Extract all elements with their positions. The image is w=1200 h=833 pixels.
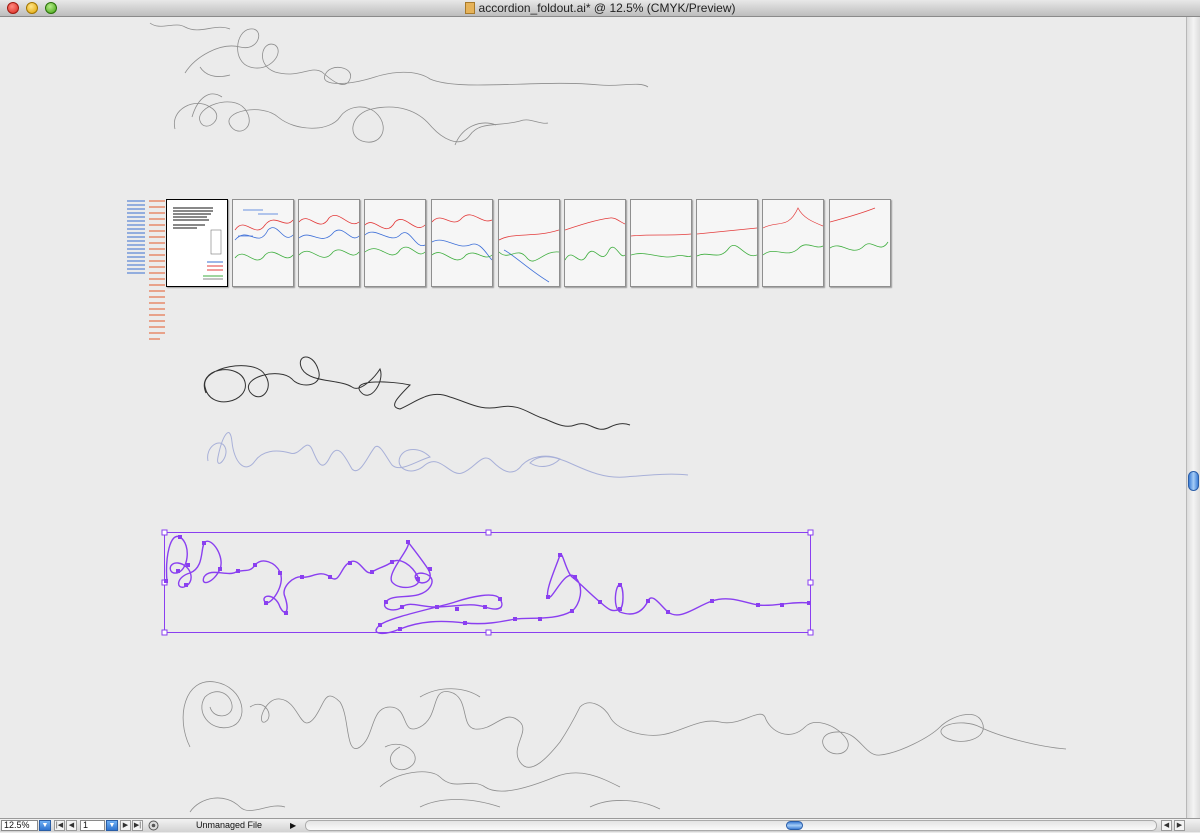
artboard-1-content (173, 207, 223, 280)
zoom-dropdown-button[interactable]: ▼ (39, 820, 51, 831)
artboard-5-content (431, 214, 493, 261)
artboard-4[interactable] (364, 199, 426, 287)
artboard-6[interactable] (498, 199, 560, 287)
window-title: accordion_foldout.ai* @ 12.5% (CMYK/Prev… (478, 1, 736, 15)
status-text: Unmanaged File (196, 820, 263, 830)
selected-path[interactable] (161, 529, 814, 636)
artboard-11[interactable] (829, 199, 891, 287)
artboard-dropdown-button[interactable]: ▼ (106, 820, 118, 831)
scroll-left-button[interactable]: ◀ (1161, 820, 1172, 831)
last-artboard-button[interactable]: ▶| (132, 820, 143, 831)
version-cue-icon[interactable] (148, 820, 159, 831)
artboard-9-content (696, 227, 758, 257)
vertical-scrollbar[interactable] (1186, 17, 1200, 818)
artboard-key-lists (127, 200, 165, 340)
artboard-11-content (829, 207, 889, 251)
artboard-7[interactable] (564, 199, 626, 287)
first-artboard-button[interactable]: |◀ (54, 820, 65, 831)
anchor-points[interactable] (164, 535, 811, 631)
scribble-lightblue[interactable] (207, 432, 689, 478)
next-artboard-button[interactable]: ▶ (120, 820, 131, 831)
status-menu-arrow-icon[interactable]: ▶ (290, 820, 300, 831)
scribble-bottom-group[interactable] (182, 681, 1067, 813)
status-bar: 12.5% ▼ |◀ ◀ 1 ▼ ▶ ▶| Unmanaged File ▶ ◀… (0, 818, 1200, 832)
chevron-down-icon: ▼ (108, 822, 116, 829)
scribble-top-group[interactable] (149, 22, 649, 146)
artboard-8[interactable] (630, 199, 692, 287)
artboard-3-content (298, 215, 360, 258)
scribble-black[interactable] (203, 356, 631, 430)
artboard-4-content (364, 219, 426, 256)
previous-artboard-button[interactable]: ◀ (66, 820, 77, 831)
window-title-container: accordion_foldout.ai* @ 12.5% (CMYK/Prev… (0, 1, 1200, 16)
scroll-right-button[interactable]: ▶ (1174, 820, 1185, 831)
window-titlebar: accordion_foldout.ai* @ 12.5% (CMYK/Prev… (0, 0, 1200, 17)
vertical-scroll-thumb[interactable] (1188, 471, 1199, 491)
zoom-level-field[interactable]: 12.5% (1, 820, 38, 831)
version-cue-icon-svg (148, 820, 159, 831)
artwork-svg (127, 22, 1067, 813)
document-canvas[interactable] (0, 17, 1186, 818)
artboard-5[interactable] (431, 199, 493, 287)
artboard-8-content (630, 233, 692, 258)
artboard-3[interactable] (298, 199, 360, 287)
artboard-2[interactable] (232, 199, 294, 287)
artboard-10-content (762, 207, 824, 256)
selection-handles[interactable] (161, 529, 814, 636)
artboard-10[interactable] (762, 199, 824, 287)
artboard-1[interactable] (166, 199, 228, 287)
artboard-6-content (498, 229, 560, 283)
artboard-7-content (564, 217, 626, 261)
artboard-9[interactable] (696, 199, 758, 287)
artboard-2-content (234, 209, 294, 261)
horizontal-scrollbar[interactable] (305, 820, 1157, 831)
horizontal-scroll-thumb[interactable] (786, 821, 803, 830)
illustrator-document-icon (464, 2, 475, 14)
selection-bounding-box[interactable] (164, 532, 811, 633)
chevron-down-icon: ▼ (41, 822, 49, 829)
artboard-number-field[interactable]: 1 (80, 820, 105, 831)
